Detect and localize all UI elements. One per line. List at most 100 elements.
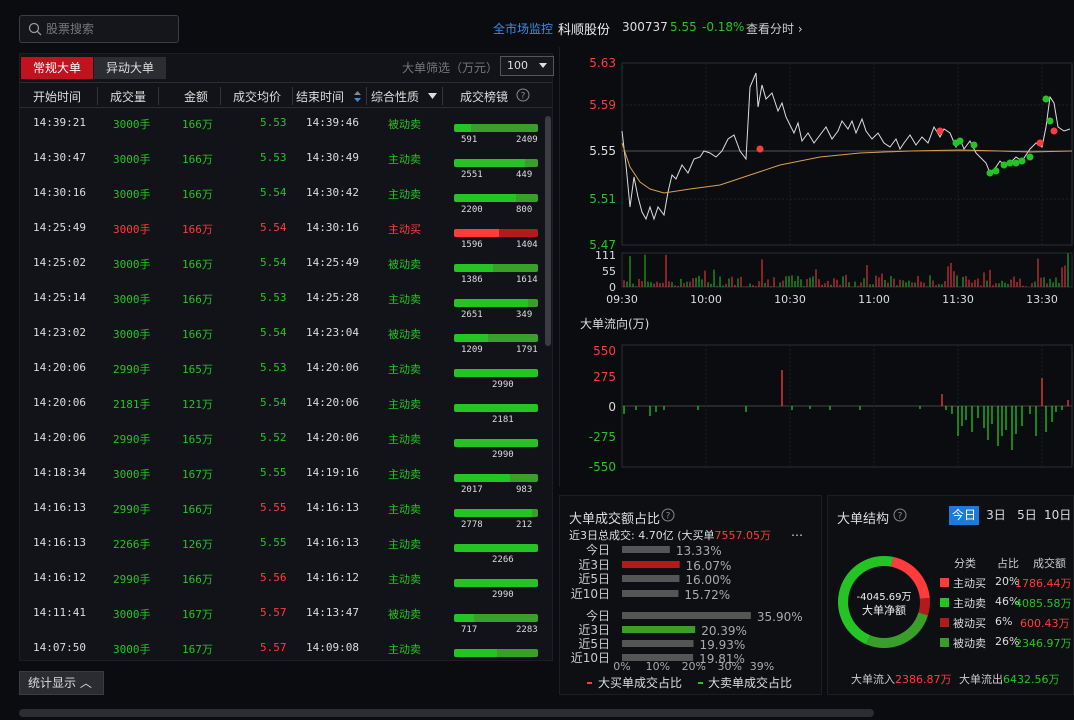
col-start-time[interactable]: 开始时间 [33,88,81,105]
table-row[interactable]: 14:25:02 3000手 166万 5.54 14:25:49 被动卖 1386 1614 [20,256,552,291]
help-icon[interactable]: ? [893,508,907,522]
chevron-down-icon[interactable] [428,93,437,99]
ratio-sell-label: 近3日 [578,623,610,637]
structure-amount: 4085.58万 [1015,597,1072,610]
buy-volume-label: 1596 [461,240,483,250]
more-icon[interactable]: … [791,525,803,539]
table-row[interactable]: 14:39:21 3000手 166万 5.53 14:39:46 被动卖 591 2409 [20,116,552,151]
ratio-buy-label: 近10日 [571,587,610,601]
buy-segment [454,404,538,412]
period-3d[interactable]: 3日 [983,506,1009,525]
amount: 167万 [182,608,213,621]
table-row[interactable]: 14:18:34 3000手 167万 5.55 14:19:16 主动卖 2017 983 [20,466,552,501]
buy-segment [454,614,474,622]
col-end-time[interactable]: 结束时间 [296,88,344,105]
table-row[interactable]: 14:20:06 2990手 165万 5.52 14:20:06 主动卖 2990 [20,431,552,466]
sell-segment [493,264,538,272]
help-icon[interactable]: ? [516,88,530,102]
amount: 166万 [182,223,213,236]
end-time: 14:20:06 [306,431,359,444]
table-row[interactable]: 14:16:13 2990手 166万 5.55 14:16:13 主动卖 2778 212 [20,501,552,536]
avg-price: 5.54 [260,256,287,269]
structure-name: 主动卖 [953,597,986,610]
trade-dot [756,145,764,153]
col-volume[interactable]: 成交量 [110,88,146,105]
nature: 主动卖 [388,293,421,306]
stats-display-button[interactable]: 统计显示 ︿ [19,671,104,695]
ranking-bar [454,579,538,587]
stock-search-box[interactable] [19,15,179,43]
period-5d[interactable]: 5日 [1014,506,1040,525]
ranking-bar [454,369,538,377]
stock-name: 科顺股份 [558,23,611,38]
buy-volume-label: 2990 [492,590,514,600]
table-row[interactable]: 14:11:41 3000手 167万 5.57 14:13:47 被动卖 717 2283 [20,606,552,641]
table-row[interactable]: 14:25:49 3000手 166万 5.54 14:30:16 主动买 1596 1404 [20,221,552,256]
end-time: 14:30:49 [306,151,359,164]
sell-segment [471,124,538,132]
tab-abnormal-orders[interactable]: 异动大单 [94,57,166,79]
view-intraday-link[interactable]: 查看分时 › [746,20,803,38]
col-avg-price[interactable]: 成交均价 [233,88,281,105]
ratio-bar-chart: 今日 13.33% 近3日 16.07% 近5日 16.00% 近10日 15.72% 今日 35… [571,542,803,690]
structure-row: 被动买 6% 600.43万 [940,615,1074,631]
stock-price: 5.55 [670,20,697,34]
period-10d[interactable]: 10日 [1044,506,1074,525]
avg-price: 5.56 [260,571,287,584]
inflow-label: 大单流入 [851,673,895,686]
help-icon[interactable]: ? [661,508,675,522]
horizontal-scrollbar[interactable] [19,709,874,717]
buy-segment [454,264,493,272]
volume: 2990手 [113,503,151,516]
buy-volume-label: 2778 [461,520,483,530]
end-time: 14:30:16 [306,221,359,234]
trade-dot [956,137,964,145]
start-time: 14:23:02 [33,326,86,339]
table-row[interactable]: 14:30:47 3000手 166万 5.53 14:30:49 主动卖 2551 449 [20,151,552,186]
ratio-axis-label: 0% [613,660,630,673]
avg-price: 5.53 [260,361,287,374]
volume: 3000手 [113,223,151,236]
col-amount[interactable]: 金额 [184,88,208,105]
col-nature[interactable]: 综合性质 [371,88,419,105]
volume: 3000手 [113,153,151,166]
buy-volume-label: 1209 [461,345,483,355]
legend-sell-label: 大卖单成交占比 [708,675,792,690]
avg-price: 5.55 [260,501,287,514]
col-ranking[interactable]: 成交榜镜 [460,88,508,105]
trade-dot [1036,139,1044,147]
table-row[interactable]: 14:20:06 2181手 121万 5.54 14:20:06 主动卖 2181 [20,396,552,431]
buy-segment [454,124,471,132]
structure-title: 大单结构 [837,512,890,527]
sort-icon[interactable] [354,91,361,102]
table-row[interactable]: 14:20:06 2990手 165万 5.53 14:20:06 主动卖 2990 [20,361,552,396]
ratio-sell-bar [622,626,696,633]
nature: 主动卖 [388,503,421,516]
period-today[interactable]: 今日 [949,506,979,525]
avg-price: 5.57 [260,606,287,619]
volume: 2181手 [113,398,151,411]
end-time: 14:16:13 [306,536,359,549]
chevron-down-icon [539,63,547,68]
sell-segment [525,159,538,167]
tab-regular-orders[interactable]: 常规大单 [21,57,93,79]
outflow-value: 6432.56万 [1003,673,1060,686]
table-row[interactable]: 14:23:02 3000手 166万 5.54 14:23:04 被动卖 1209 1791 [20,326,552,361]
sell-volume-label: 2409 [516,135,538,145]
ratio-buy-pct: 13.33% [676,544,722,558]
price-line [621,72,1071,221]
trade-dot [1050,127,1058,135]
buy-volume-label: 2017 [461,485,483,495]
intraday-chart: 5.635.595.555.515.4711155009:30 10:00 10:3… [580,56,1073,474]
nature: 主动卖 [388,153,421,166]
table-row[interactable]: 14:30:16 3000手 166万 5.54 14:30:42 主动卖 2200 800 [20,186,552,221]
ratio-sell-label: 近10日 [571,651,610,665]
table-row[interactable]: 14:16:13 2266手 126万 5.55 14:16:13 主动卖 2266 [20,536,552,571]
search-input[interactable] [46,19,174,39]
buy-volume-label: 591 [461,135,478,145]
table-row[interactable]: 14:16:12 2990手 166万 5.56 14:16:12 主动卖 2990 [20,571,552,606]
filter-select[interactable]: 100 [500,56,554,76]
table-scrollbar[interactable] [545,116,551,346]
market-monitor-link[interactable]: 全市场监控 [493,20,553,38]
table-row[interactable]: 14:25:14 3000手 166万 5.53 14:25:28 主动卖 2651 349 [20,291,552,326]
